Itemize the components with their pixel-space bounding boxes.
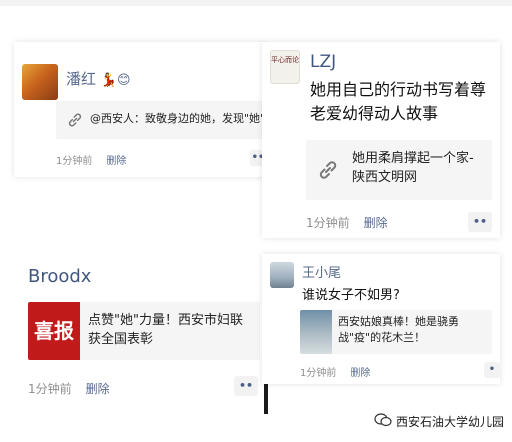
avatar[interactable] [270, 262, 294, 288]
delete-link[interactable]: 删除 [364, 216, 388, 230]
link-card[interactable]: 她用柔肩撑起一个家-陕西文明网 [306, 140, 492, 200]
timestamp: 1分钟前 [56, 156, 93, 167]
wechat-logo-icon [374, 413, 392, 430]
user-name[interactable]: LZJ [310, 52, 336, 72]
more-button[interactable]: • [484, 362, 500, 378]
timestamp: 1分钟前 [28, 382, 72, 396]
post-meta: 1分钟前 删除 [56, 152, 140, 167]
top-strip [0, 0, 512, 6]
card-title: 点赞"她"力量！西安市妇联获全国表彰 [88, 313, 243, 347]
more-button[interactable]: •• [468, 212, 492, 232]
link-card[interactable]: 西安姑娘真棒！她是骁勇战"疫"的花木兰！ [300, 310, 492, 354]
avatar[interactable]: 平心而论 [270, 50, 300, 84]
card-thumbnail [300, 310, 332, 354]
card-title: 西安姑娘真棒！她是骁勇战"疫"的花木兰！ [338, 315, 459, 344]
watermark-text: 西安石油大学幼儿园 [395, 415, 504, 429]
more-button[interactable]: •• [234, 376, 258, 396]
delete-link[interactable]: 删除 [350, 368, 370, 379]
post-meta: 1分钟前 删除 [306, 214, 402, 231]
card-title: @西安人：致敬身边的她，发现"她"的美 [90, 112, 266, 125]
emoji-icon: 💃😊 [100, 73, 131, 88]
link-card[interactable]: 喜报 点赞"她"力量！西安市妇联获全国表彰 [28, 302, 260, 360]
link-icon [66, 111, 84, 129]
timestamp: 1分钟前 [300, 368, 337, 379]
post-meta: 1分钟前 删除 [28, 380, 124, 397]
card-thumbnail: 喜报 [28, 302, 80, 360]
avatar[interactable] [22, 64, 58, 100]
moment-post-1: 潘红 💃😊 @西安人：致敬身边的她，发现"她"的美 1分钟前删除 •• [14, 42, 266, 177]
moment-post-3: 平心而论 LZJ 她用自己的行动书写着尊老爱幼得动人故事 她用柔肩撑起一个家-陕… [262, 42, 500, 238]
user-name[interactable]: 潘红 💃😊 [66, 68, 131, 89]
moment-post-4: 王小尾 谁说女子不如男? 西安姑娘真棒！她是骁勇战"疫"的花木兰！ 1分钟前 删除… [262, 254, 500, 384]
delete-link[interactable]: 删除 [106, 156, 126, 167]
post-meta: 1分钟前 删除 [300, 364, 384, 379]
timestamp: 1分钟前 [306, 216, 350, 230]
user-name[interactable]: Broodx [28, 266, 91, 287]
card-title: 她用柔肩撑起一个家-陕西文明网 [352, 151, 474, 185]
moment-post-2: Broodx 喜报 点赞"她"力量！西安市妇联获全国表彰 1分钟前 删除 •• [14, 252, 266, 412]
watermark: 西安石油大学幼儿园 [374, 413, 504, 430]
post-body: 她用自己的行动书写着尊老爱幼得动人故事 [310, 80, 487, 123]
user-name[interactable]: 王小尾 [302, 262, 341, 281]
link-icon [316, 158, 340, 182]
post-body: 谁说女子不如男? [302, 288, 400, 303]
link-card[interactable]: @西安人：致敬身边的她，发现"她"的美 [56, 101, 266, 139]
delete-link[interactable]: 删除 [86, 382, 110, 396]
